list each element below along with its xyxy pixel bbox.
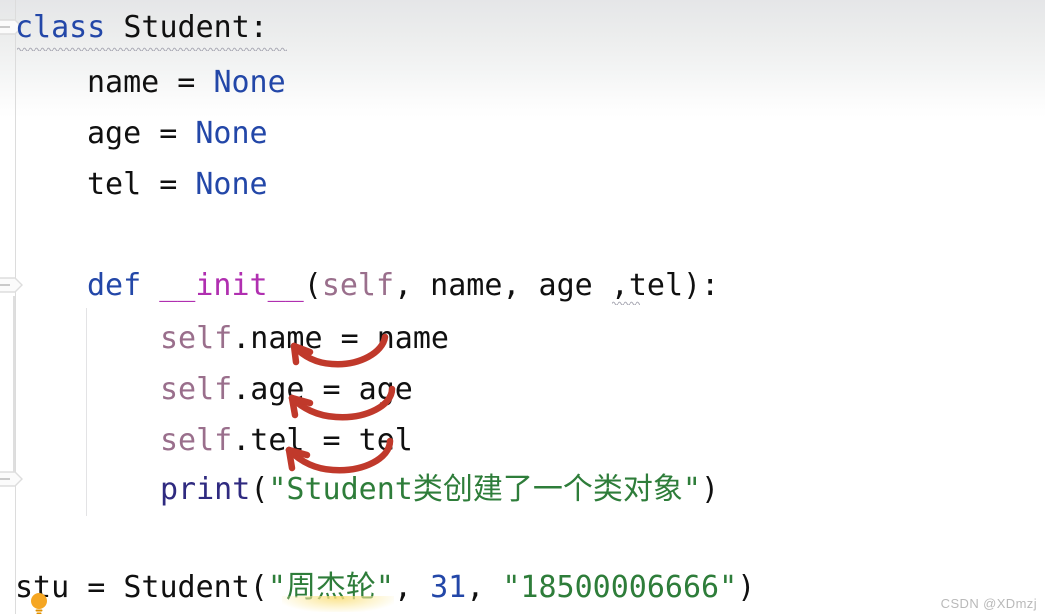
code-line-10[interactable]: print("Student类创建了一个类对象") xyxy=(160,472,719,508)
token-attr-age: age = xyxy=(87,116,196,151)
code-line-9[interactable]: self.tel = tel xyxy=(160,423,413,459)
token-attr-name: name = xyxy=(87,65,214,100)
token-stu-assign: stu = Student( xyxy=(15,570,268,605)
token-comma-1: , xyxy=(394,570,431,605)
token-self-param: self xyxy=(321,268,395,303)
token-arg-name-string: "周杰轮" xyxy=(267,570,394,605)
token-self-tel-lhs: self xyxy=(160,423,233,458)
squiggle-age-space xyxy=(612,300,640,305)
token-keyword-class: class xyxy=(15,10,124,45)
token-assign-name: .name = name xyxy=(232,321,449,356)
token-self-name-lhs: self xyxy=(160,321,233,356)
token-init-params: , name, age ,tel): xyxy=(394,268,720,303)
token-print-paren-open: ( xyxy=(250,472,269,507)
intention-bulb-icon[interactable] xyxy=(27,591,51,614)
token-none-name: None xyxy=(213,65,286,100)
squiggle-class-line xyxy=(17,46,287,51)
token-paren-open: ( xyxy=(303,268,322,303)
code-line-6[interactable]: def __init__(self, name, age ,tel): xyxy=(87,268,719,304)
token-print-paren-close: ) xyxy=(700,472,719,507)
token-print-string: "Student类创建了一个类对象" xyxy=(268,472,701,507)
token-class-name: Student: xyxy=(123,10,268,45)
token-none-age: None xyxy=(195,116,268,151)
code-line-8[interactable]: self.age = age xyxy=(160,372,413,408)
code-line-4[interactable]: tel = None xyxy=(87,167,268,203)
token-comma-2: , xyxy=(466,570,503,605)
code-text-area[interactable]: class Student: name = None age = None te… xyxy=(0,0,1045,614)
code-line-7[interactable]: self.name = name xyxy=(160,321,449,357)
token-none-tel: None xyxy=(195,167,268,202)
token-call-paren-close: ) xyxy=(737,570,756,605)
token-assign-age: .age = age xyxy=(232,372,413,407)
code-line-2[interactable]: name = None xyxy=(87,65,286,101)
token-arg-tel-string: "18500006666" xyxy=(502,570,738,605)
token-assign-tel: .tel = tel xyxy=(232,423,413,458)
code-line-12[interactable]: stu = Student("周杰轮", 31, "18500006666") xyxy=(15,570,755,606)
code-line-3[interactable]: age = None xyxy=(87,116,268,152)
code-line-1[interactable]: class Student: xyxy=(15,10,268,46)
token-attr-tel: tel = xyxy=(87,167,196,202)
token-keyword-def: def xyxy=(87,268,160,303)
token-print-call: print xyxy=(160,472,251,507)
editor-screenshot: class Student: name = None age = None te… xyxy=(0,0,1045,614)
csdn-watermark: CSDN @XDmzj xyxy=(940,596,1037,611)
token-arg-age-number: 31 xyxy=(430,570,467,605)
token-self-age-lhs: self xyxy=(160,372,233,407)
token-magic-init: __init__ xyxy=(159,268,304,303)
